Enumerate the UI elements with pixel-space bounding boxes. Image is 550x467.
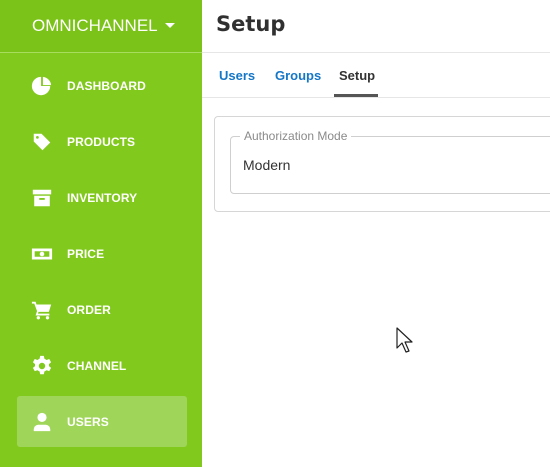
sidebar-item-label: ORDER (67, 302, 111, 317)
shopping-cart-icon (31, 299, 53, 321)
user-icon (31, 411, 53, 433)
sidebar-item-label: PRICE (67, 246, 105, 261)
brand-menu[interactable]: OMNICHANNEL (0, 0, 202, 52)
tab-bar: Users Groups Setup (202, 53, 550, 98)
sidebar-item-dashboard[interactable]: DASHBOARD (17, 60, 187, 111)
caret-down-icon (164, 22, 175, 28)
tab-groups[interactable]: Groups (275, 53, 321, 97)
sidebar-item-label: PRODUCTS (67, 134, 136, 149)
sidebar-item-users[interactable]: USERS (17, 396, 187, 447)
tag-icon (31, 131, 53, 153)
active-tab-indicator (334, 94, 378, 97)
brand-label: OMNICHANNEL (32, 16, 158, 35)
authorization-mode-value: Modern (243, 157, 291, 173)
sidebar-item-channel[interactable]: CHANNEL (17, 340, 187, 391)
sidebar-item-label: USERS (67, 414, 109, 429)
divider (0, 52, 202, 53)
field-legend: Authorization Mode (240, 129, 352, 143)
pie-chart-icon (31, 75, 53, 97)
sidebar-item-price[interactable]: PRICE (17, 228, 187, 279)
main-content: Setup Users Groups Setup Authorization M… (202, 0, 550, 467)
sidebar-item-label: INVENTORY (67, 190, 138, 205)
sidebar-item-inventory[interactable]: INVENTORY (17, 172, 187, 223)
mouse-cursor-icon (396, 327, 413, 353)
tab-users[interactable]: Users (219, 53, 255, 97)
money-bill-icon (31, 243, 53, 265)
sidebar-item-order[interactable]: ORDER (17, 284, 187, 335)
sidebar: OMNICHANNEL DASHBOARD PRODUCTS INVENTORY… (0, 0, 202, 467)
sidebar-item-products[interactable]: PRODUCTS (17, 116, 187, 167)
sidebar-item-label: DASHBOARD (67, 78, 146, 93)
app-window: OMNICHANNEL DASHBOARD PRODUCTS INVENTORY… (0, 0, 550, 467)
setup-card: Authorization Mode Modern (214, 116, 550, 212)
sidebar-nav: DASHBOARD PRODUCTS INVENTORY PRICE ORDER… (17, 60, 187, 452)
sidebar-item-label: CHANNEL (67, 358, 127, 373)
gear-icon (31, 355, 53, 377)
archive-box-icon (31, 187, 53, 209)
authorization-mode-field[interactable]: Authorization Mode Modern (230, 129, 550, 194)
tab-setup[interactable]: Setup (339, 53, 375, 97)
page-title: Setup (216, 12, 286, 36)
